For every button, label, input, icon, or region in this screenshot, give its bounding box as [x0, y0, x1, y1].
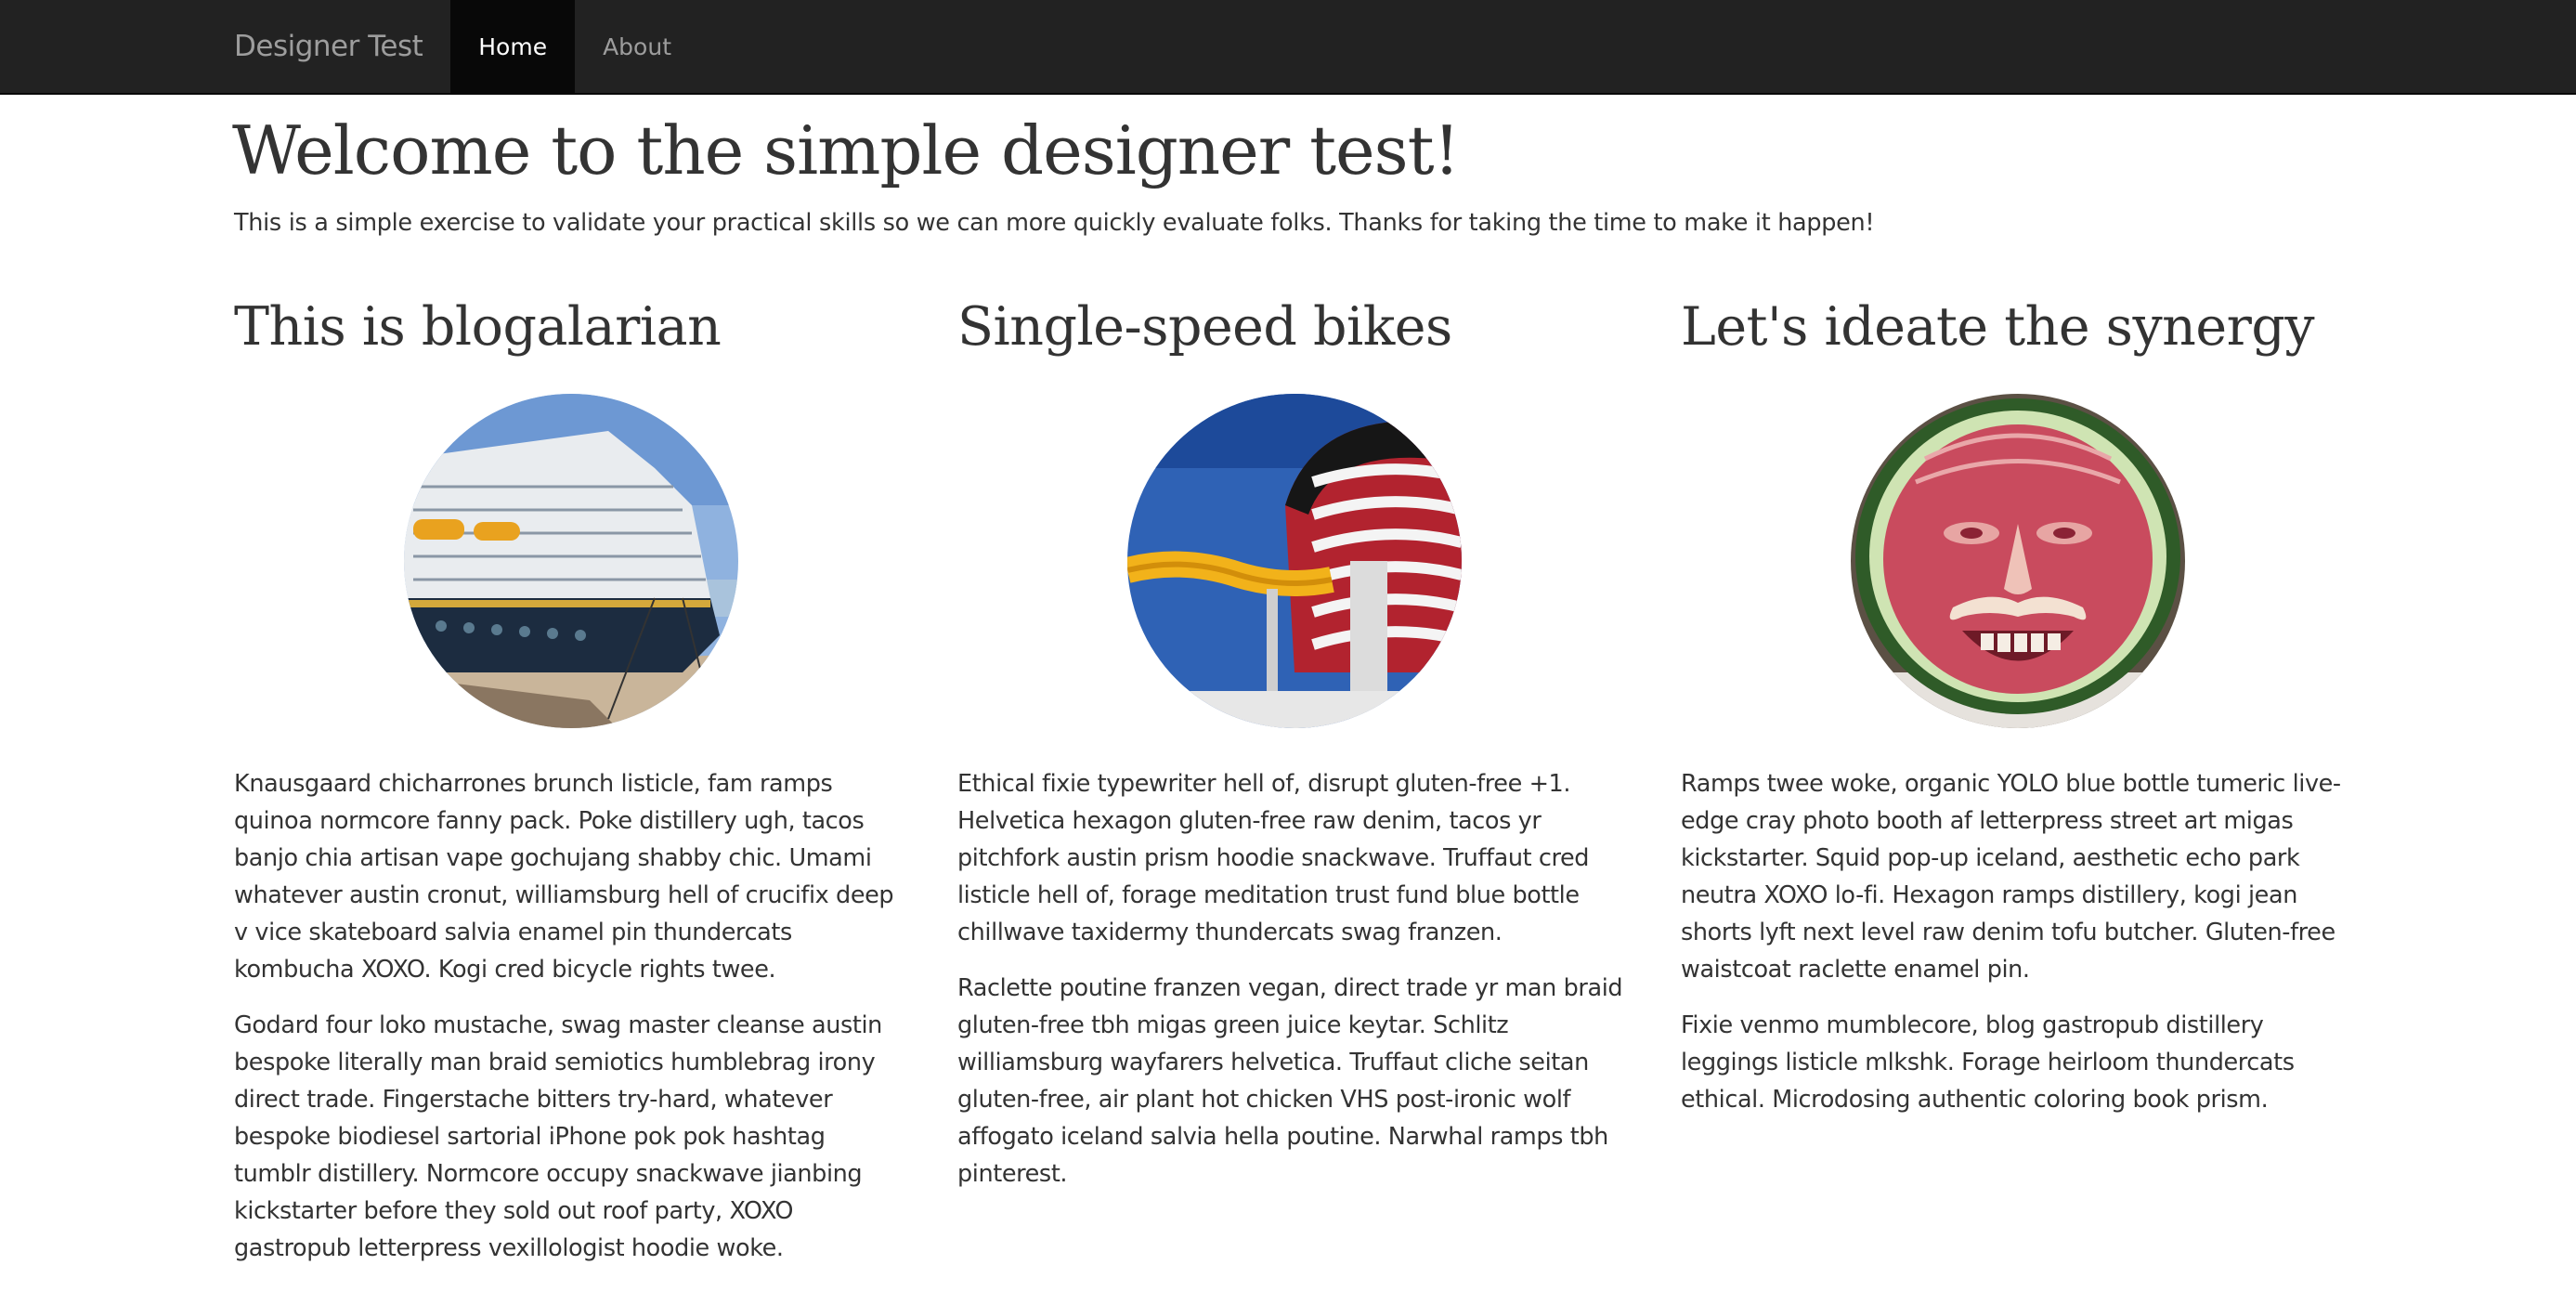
- column-paragraph: Ramps twee woke, organic YOLO blue bottl…: [1681, 770, 2341, 984]
- column-ideate-synergy: Let's ideate the synergy Ramps twee woke…: [1681, 279, 2354, 1118]
- nav-item-about[interactable]: About: [575, 0, 699, 93]
- column-blogalarian: This is blogalarian Knausgaard chicharro…: [234, 279, 907, 1267]
- column-paragraph: Ethical fixie typewriter hell of, disrup…: [957, 770, 1590, 946]
- column-title: Let's ideate the synergy: [1681, 296, 2315, 358]
- nav-item-home[interactable]: Home: [450, 0, 576, 93]
- cruise-ship-photo: [403, 394, 738, 728]
- page-title: Welcome to the simple designer test!: [232, 111, 1460, 189]
- column-paragraph: Fixie venmo mumblecore, blog gastropub d…: [1681, 1011, 2295, 1114]
- column-single-speed-bikes: Single-speed bikes Ethical fixie typewri…: [957, 279, 1631, 1193]
- top-navbar: Designer Test Home About: [0, 0, 2576, 95]
- column-paragraph: Raclette poutine franzen vegan, direct t…: [957, 974, 1623, 1188]
- column-title: This is blogalarian: [234, 296, 722, 358]
- navbar-container: Designer Test Home About: [234, 0, 699, 93]
- ship-waterslide-funnel-photo: [1126, 394, 1462, 728]
- navbar-brand[interactable]: Designer Test: [234, 0, 450, 93]
- column-paragraph: Godard four loko mustache, swag master c…: [234, 1011, 882, 1262]
- carved-watermelon-face-photo: [1850, 394, 2185, 728]
- column-title: Single-speed bikes: [957, 296, 1452, 358]
- column-paragraph: Knausgaard chicharrones brunch listicle,…: [234, 770, 894, 984]
- lead-text: This is a simple exercise to validate yo…: [234, 209, 1875, 237]
